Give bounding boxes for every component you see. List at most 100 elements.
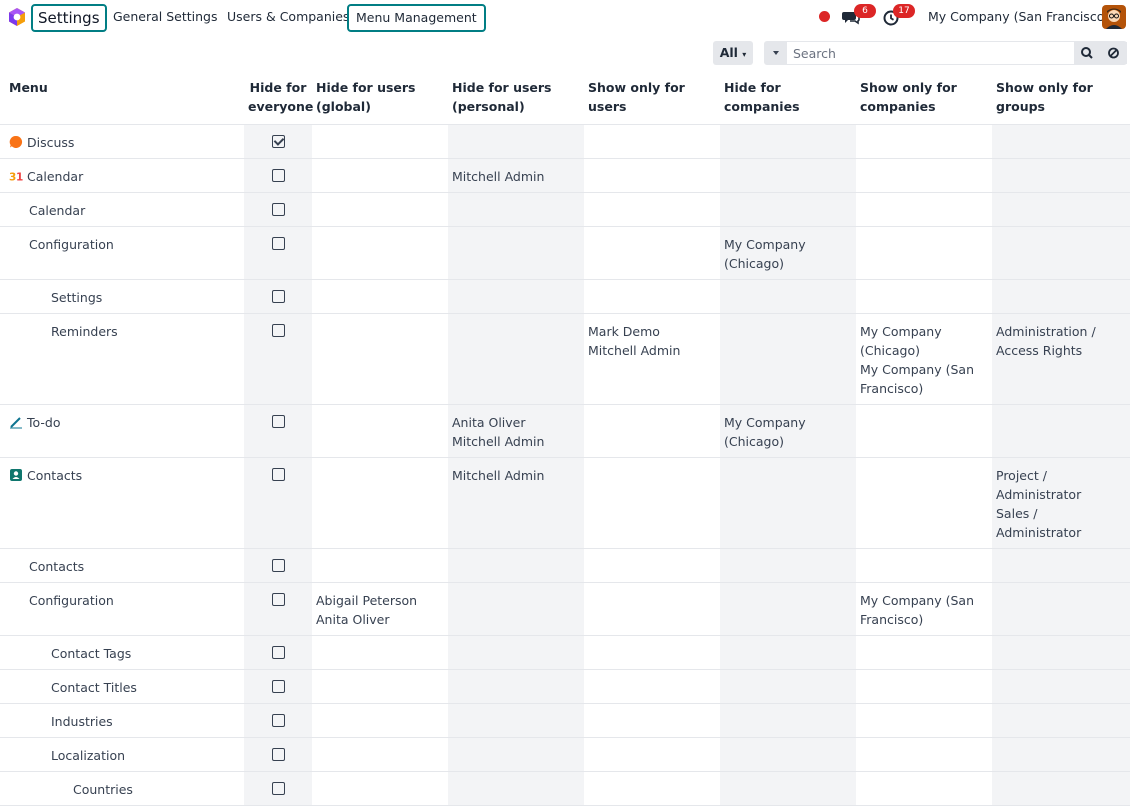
hide-companies-cell[interactable]: [720, 582, 856, 636]
company-switcher[interactable]: My Company (San Francisco): [928, 9, 1109, 24]
table-row[interactable]: Discuss: [0, 124, 1130, 159]
header-hide-companies[interactable]: Hide for companies: [720, 69, 856, 125]
hide-everyone-checkbox[interactable]: [271, 169, 285, 182]
menu-cell[interactable]: Contacts: [0, 457, 244, 549]
users-personal-cell[interactable]: [448, 582, 584, 636]
menu-cell[interactable]: Configuration: [0, 226, 244, 280]
show-companies-cell[interactable]: [856, 548, 992, 583]
show-users-cell[interactable]: Mark Demo Mitchell Admin: [584, 313, 720, 405]
hide-companies-cell[interactable]: [720, 124, 856, 159]
table-row[interactable]: Contact Tags: [0, 635, 1130, 670]
show-users-cell[interactable]: [584, 192, 720, 227]
menu-general-settings[interactable]: General Settings: [113, 9, 218, 24]
show-users-cell[interactable]: [584, 737, 720, 772]
show-companies-cell[interactable]: [856, 404, 992, 458]
show-users-cell[interactable]: [584, 124, 720, 159]
show-companies-cell[interactable]: [856, 635, 992, 670]
hide-companies-cell[interactable]: [720, 737, 856, 772]
users-global-cell[interactable]: [312, 737, 448, 772]
menu-cell[interactable]: Contact Titles: [0, 669, 244, 704]
search-input[interactable]: [789, 42, 1082, 64]
groups-cell[interactable]: [992, 226, 1130, 280]
users-personal-cell[interactable]: [448, 737, 584, 772]
menu-cell[interactable]: Countries: [0, 771, 244, 806]
hide-everyone-checkbox[interactable]: [271, 324, 285, 337]
hide-everyone-checkbox[interactable]: [271, 237, 285, 250]
users-personal-cell[interactable]: [448, 669, 584, 704]
show-companies-cell[interactable]: My Company (San Francisco): [856, 582, 992, 636]
table-row[interactable]: 3 1 Calendar Mitchell Admin: [0, 158, 1130, 193]
users-personal-cell[interactable]: Anita Oliver Mitchell Admin: [448, 404, 584, 458]
users-personal-cell[interactable]: [448, 703, 584, 738]
users-global-cell[interactable]: [312, 124, 448, 159]
groups-cell[interactable]: [992, 582, 1130, 636]
users-global-cell[interactable]: [312, 457, 448, 549]
users-personal-cell[interactable]: [448, 635, 584, 670]
groups-cell[interactable]: [992, 669, 1130, 704]
header-menu[interactable]: Menu: [0, 69, 244, 125]
show-companies-cell[interactable]: [856, 192, 992, 227]
clear-button[interactable]: [1100, 42, 1127, 64]
hide-everyone-checkbox[interactable]: [271, 468, 285, 481]
show-companies-cell[interactable]: [856, 226, 992, 280]
users-personal-cell[interactable]: Mitchell Admin: [448, 158, 584, 193]
hide-everyone-checkbox[interactable]: [271, 680, 285, 693]
table-row[interactable]: Contacts: [0, 548, 1130, 583]
show-companies-cell[interactable]: [856, 158, 992, 193]
users-global-cell[interactable]: [312, 548, 448, 583]
hide-everyone-checkbox[interactable]: [271, 290, 285, 303]
show-companies-cell[interactable]: My Company (Chicago) My Company (San Franci…: [856, 313, 992, 405]
users-personal-cell[interactable]: [448, 192, 584, 227]
header-hide-users-personal[interactable]: Hide for users (personal): [448, 69, 584, 125]
users-global-cell[interactable]: [312, 226, 448, 280]
table-row[interactable]: Contacts Mitchell Admin Project / Administr…: [0, 457, 1130, 549]
odoo-logo-icon[interactable]: [7, 7, 27, 27]
users-personal-cell[interactable]: [448, 548, 584, 583]
users-global-cell[interactable]: [312, 192, 448, 227]
users-global-cell[interactable]: [312, 279, 448, 314]
menu-cell[interactable]: Industries: [0, 703, 244, 738]
show-users-cell[interactable]: [584, 404, 720, 458]
menu-cell[interactable]: Settings: [0, 279, 244, 314]
hide-everyone-checkbox[interactable]: [271, 593, 285, 606]
hide-companies-cell[interactable]: [720, 669, 856, 704]
search-button[interactable]: [1074, 42, 1100, 64]
hide-everyone-checkbox[interactable]: [271, 646, 285, 659]
hide-companies-cell[interactable]: [720, 313, 856, 405]
show-users-cell[interactable]: [584, 703, 720, 738]
show-companies-cell[interactable]: [856, 669, 992, 704]
show-users-cell[interactable]: [584, 669, 720, 704]
table-row[interactable]: Localization: [0, 737, 1130, 772]
users-personal-cell[interactable]: [448, 124, 584, 159]
show-companies-cell[interactable]: [856, 279, 992, 314]
avatar[interactable]: [1102, 5, 1126, 29]
groups-cell[interactable]: [992, 124, 1130, 159]
hide-companies-cell[interactable]: [720, 457, 856, 549]
show-companies-cell[interactable]: [856, 737, 992, 772]
users-global-cell[interactable]: [312, 771, 448, 806]
search-options-toggle[interactable]: [765, 42, 787, 64]
show-companies-cell[interactable]: [856, 457, 992, 549]
header-show-groups[interactable]: Show only for groups: [992, 69, 1130, 125]
show-users-cell[interactable]: [584, 457, 720, 549]
table-row[interactable]: Industries: [0, 703, 1130, 738]
record-dot-icon[interactable]: [819, 11, 830, 22]
users-global-cell[interactable]: [312, 313, 448, 405]
users-global-cell[interactable]: [312, 703, 448, 738]
table-row[interactable]: Reminders Mark Demo Mitchell Admin My Compa…: [0, 313, 1130, 405]
users-personal-cell[interactable]: [448, 313, 584, 405]
table-row[interactable]: Settings: [0, 279, 1130, 314]
users-global-cell[interactable]: [312, 635, 448, 670]
hide-companies-cell[interactable]: [720, 192, 856, 227]
hide-companies-cell[interactable]: [720, 548, 856, 583]
groups-cell[interactable]: [992, 158, 1130, 193]
users-global-cell[interactable]: [312, 669, 448, 704]
menu-cell[interactable]: Contact Tags: [0, 635, 244, 670]
show-users-cell[interactable]: [584, 158, 720, 193]
hide-everyone-checkbox[interactable]: [271, 415, 285, 428]
table-row[interactable]: Calendar: [0, 192, 1130, 227]
hide-everyone-checkbox[interactable]: [271, 714, 285, 727]
groups-cell[interactable]: Project / Administrator Sales / Administra…: [992, 457, 1130, 549]
groups-cell[interactable]: Administration / Access Rights: [992, 313, 1130, 405]
users-personal-cell[interactable]: Mitchell Admin: [448, 457, 584, 549]
